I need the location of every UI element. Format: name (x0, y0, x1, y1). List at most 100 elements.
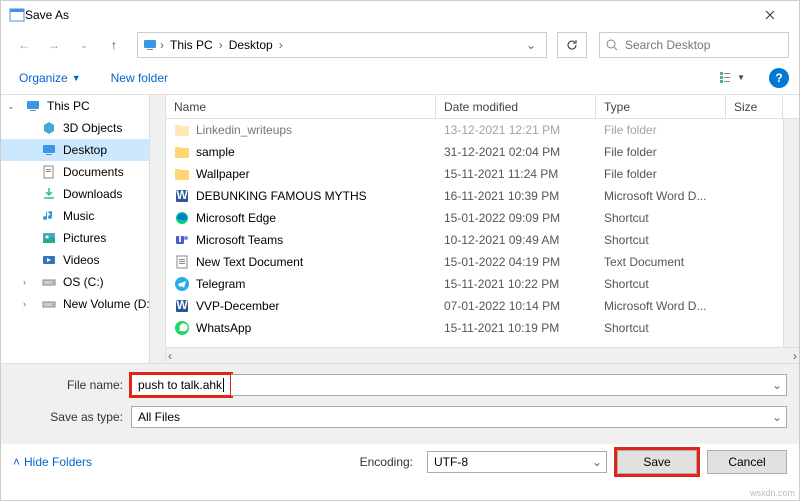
encoding-select[interactable]: UTF-8⌄ (427, 451, 607, 473)
file-date: 16-11-2021 10:39 PM (436, 189, 596, 203)
column-size[interactable]: Size (726, 95, 783, 118)
list-view-icon (719, 71, 735, 85)
sidebar-item-drive-c[interactable]: ›OS (C:) (1, 271, 165, 293)
objects-icon (41, 120, 57, 136)
window-title: Save As (25, 8, 69, 22)
file-name: Microsoft Teams (196, 233, 283, 247)
chevron-up-icon: ˄ (13, 455, 20, 469)
up-button[interactable]: ↑ (101, 33, 127, 57)
file-name: Linkedin_writeups (196, 123, 292, 137)
navigation-pane: ⌄This PC 3D Objects Desktop Documents Do… (1, 95, 166, 363)
file-row[interactable]: W DEBUNKING FAMOUS MYTHS 16-11-2021 10:39 … (166, 185, 799, 207)
address-bar[interactable]: › This PC › Desktop › ⌄ (137, 32, 547, 58)
teams-icon: T (174, 232, 190, 248)
sidebar-item-videos[interactable]: Videos (1, 249, 165, 271)
sidebar-item-desktop[interactable]: Desktop (1, 139, 165, 161)
chevron-down-icon[interactable]: ⌄ (772, 410, 782, 424)
folder-icon (174, 166, 190, 182)
file-row[interactable]: Microsoft Edge 15-01-2022 09:09 PMShortcu… (166, 207, 799, 229)
column-type[interactable]: Type (596, 95, 726, 118)
close-button[interactable] (749, 3, 791, 27)
hide-folders-link[interactable]: ˄Hide Folders (13, 455, 92, 469)
file-row[interactable]: Linkedin_writeups 13-12-2021 12:21 PMFile… (166, 119, 799, 141)
file-date: 13-12-2021 12:21 PM (436, 123, 596, 137)
search-placeholder: Search Desktop (625, 38, 710, 52)
file-name: Microsoft Edge (196, 211, 276, 225)
filename-input-ext[interactable]: ⌄ (231, 374, 787, 396)
file-row[interactable]: WVVP-December07-01-2022 10:14 PMMicrosof… (166, 295, 799, 317)
file-type: File folder (596, 145, 726, 159)
svg-text:W: W (176, 188, 188, 202)
file-row[interactable]: New Text Document15-01-2022 04:19 PMText… (166, 251, 799, 273)
back-button[interactable]: ← (11, 33, 37, 57)
collapse-icon[interactable]: ⌄ (7, 101, 15, 112)
chevron-right-icon[interactable]: › (277, 38, 285, 52)
column-name[interactable]: Name (166, 95, 436, 118)
sidebar-item-documents[interactable]: Documents (1, 161, 165, 183)
folder-icon (174, 144, 190, 160)
file-list-header: Name Date modified Type Size (166, 95, 799, 119)
savetype-select[interactable]: All Files⌄ (131, 406, 787, 428)
downloads-icon (41, 186, 57, 202)
file-name: Telegram (196, 277, 245, 291)
filename-label: File name: (13, 378, 131, 392)
address-dropdown[interactable]: ⌄ (520, 38, 542, 52)
sidebar-item-drive-d[interactable]: ›New Volume (D:) (1, 293, 165, 315)
sidebar-item-thispc[interactable]: ⌄This PC (1, 95, 165, 117)
whatsapp-icon (174, 320, 190, 336)
chevron-down-icon[interactable]: ⌄ (772, 378, 782, 392)
file-row[interactable]: Wallpaper15-11-2021 11:24 PMFile folder (166, 163, 799, 185)
savetype-label: Save as type: (13, 410, 131, 424)
desktop-icon (41, 142, 57, 158)
file-type: Microsoft Word D... (596, 299, 726, 313)
file-vscrollbar[interactable] (783, 119, 799, 347)
cancel-button[interactable]: Cancel (707, 450, 787, 474)
help-button[interactable]: ? (769, 68, 789, 88)
filename-input[interactable]: push to talk.ahk (131, 374, 231, 396)
sidebar-item-downloads[interactable]: Downloads (1, 183, 165, 205)
breadcrumb-thispc[interactable]: This PC (166, 38, 217, 52)
file-row[interactable]: TMicrosoft Teams10-12-2021 09:49 AMShort… (166, 229, 799, 251)
expand-icon[interactable]: › (23, 277, 26, 287)
chevron-down-icon: ▼ (72, 73, 81, 83)
file-row[interactable]: Telegram15-11-2021 10:22 PMShortcut (166, 273, 799, 295)
file-name: DEBUNKING FAMOUS MYTHS (196, 189, 367, 203)
app-icon (9, 7, 25, 23)
new-folder-button[interactable]: New folder (103, 65, 176, 91)
sidebar-item-3dobjects[interactable]: 3D Objects (1, 117, 165, 139)
search-icon (606, 39, 619, 52)
documents-icon (41, 164, 57, 180)
chevron-right-icon[interactable]: › (217, 38, 225, 52)
telegram-icon (174, 276, 190, 292)
sidebar-scrollbar[interactable] (149, 95, 165, 363)
monitor-icon (25, 98, 41, 114)
file-date: 07-01-2022 10:14 PM (436, 299, 596, 313)
column-date[interactable]: Date modified (436, 95, 596, 118)
file-list[interactable]: Linkedin_writeups 13-12-2021 12:21 PMFile… (166, 119, 799, 347)
file-date: 15-01-2022 09:09 PM (436, 211, 596, 225)
txt-icon (174, 254, 190, 270)
edge-icon (174, 210, 190, 226)
sidebar-item-music[interactable]: Music (1, 205, 165, 227)
file-date: 15-11-2021 11:24 PM (436, 167, 596, 181)
file-type: Text Document (596, 255, 726, 269)
recent-dropdown[interactable]: ⌄ (71, 33, 97, 57)
file-type: Shortcut (596, 211, 726, 225)
file-name: New Text Document (196, 255, 303, 269)
chevron-right-icon[interactable]: › (158, 38, 166, 52)
file-type: File folder (596, 123, 726, 137)
organize-menu[interactable]: Organize▼ (11, 65, 89, 91)
file-row[interactable]: WhatsApp15-11-2021 10:19 PMShortcut (166, 317, 799, 339)
chevron-down-icon[interactable]: ⌄ (592, 455, 602, 469)
sidebar-item-pictures[interactable]: Pictures (1, 227, 165, 249)
expand-icon[interactable]: › (23, 299, 26, 309)
file-name: Wallpaper (196, 167, 250, 181)
search-input[interactable]: Search Desktop (599, 32, 789, 58)
view-options-button[interactable]: ▼ (715, 67, 749, 89)
file-row[interactable]: sample31-12-2021 02:04 PMFile folder (166, 141, 799, 163)
refresh-button[interactable] (557, 32, 587, 58)
breadcrumb-desktop[interactable]: Desktop (225, 38, 277, 52)
file-hscrollbar[interactable]: ‹› (166, 347, 799, 363)
file-name: sample (196, 145, 235, 159)
save-button[interactable]: Save (617, 450, 697, 474)
